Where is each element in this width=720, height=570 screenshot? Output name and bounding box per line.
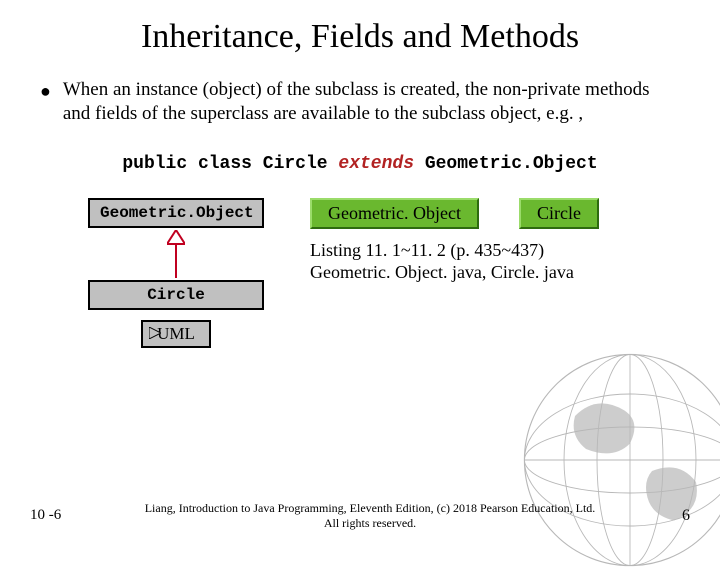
page-number-right: 6 bbox=[630, 507, 690, 525]
button-circle[interactable]: Circle bbox=[519, 198, 599, 229]
bullet-dot: ● bbox=[40, 78, 51, 104]
code-suffix: Geometric.Object bbox=[414, 154, 598, 174]
uml-caption-text: UML bbox=[157, 324, 195, 343]
play-icon bbox=[149, 324, 161, 344]
keyword-extends: extends bbox=[338, 154, 414, 174]
bullet-item: ● When an instance (object) of the subcl… bbox=[40, 78, 680, 126]
uml-subclass-box: Circle bbox=[88, 280, 264, 310]
body-text: When an instance (object) of the subclas… bbox=[63, 78, 680, 126]
code-prefix: public class Circle bbox=[122, 154, 338, 174]
copyright-text: Liang, Introduction to Java Programming,… bbox=[110, 501, 630, 530]
slide-number-left: 10 -6 bbox=[30, 507, 110, 524]
uml-superclass-box: Geometric.Object bbox=[88, 198, 264, 228]
uml-caption: UML bbox=[141, 320, 211, 348]
globe-watermark bbox=[520, 350, 720, 570]
button-geometric-object[interactable]: Geometric. Object bbox=[310, 198, 479, 229]
code-declaration: public class Circle extends Geometric.Ob… bbox=[40, 154, 680, 174]
listing-line-2: Geometric. Object. java, Circle. java bbox=[310, 261, 644, 284]
slide-title: Inheritance, Fields and Methods bbox=[40, 18, 680, 56]
uml-inheritance-arrow bbox=[167, 230, 185, 278]
uml-diagram: Geometric.Object Circle UML bbox=[76, 198, 276, 348]
listing-line-1: Listing 11. 1~11. 2 (p. 435~437) bbox=[310, 239, 644, 262]
slide-footer: 10 -6 Liang, Introduction to Java Progra… bbox=[0, 501, 720, 530]
listing-reference: Listing 11. 1~11. 2 (p. 435~437) Geometr… bbox=[310, 239, 644, 284]
